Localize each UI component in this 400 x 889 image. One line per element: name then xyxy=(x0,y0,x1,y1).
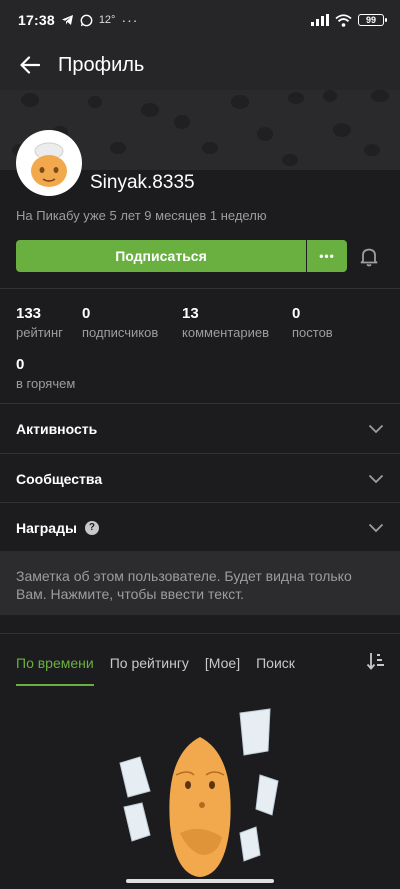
activity-section[interactable]: Активность xyxy=(0,404,400,453)
stat-value: 0 xyxy=(292,305,301,322)
sort-icon xyxy=(366,653,384,670)
stat-rating: 133 рейтинг xyxy=(16,305,63,340)
sort-button[interactable] xyxy=(366,650,388,672)
member-since: На Пикабу уже 5 лет 9 месяцев 1 неделю xyxy=(16,208,267,223)
stat-value: 133 xyxy=(16,305,42,322)
stat-label: комментариев xyxy=(182,325,270,340)
help-icon[interactable]: ? xyxy=(84,520,99,535)
home-indicator[interactable] xyxy=(126,879,274,883)
tab-by-time[interactable]: По времени xyxy=(16,640,94,686)
subscribe-button[interactable]: Подписаться xyxy=(16,240,306,272)
telegram-icon xyxy=(61,15,73,25)
divider xyxy=(0,288,400,289)
stat-label: постов xyxy=(292,325,333,340)
empty-state-illustration xyxy=(119,708,279,877)
awards-section[interactable]: Награды ? xyxy=(0,503,400,552)
whatsapp-icon xyxy=(80,14,93,26)
awards-label: Награды xyxy=(16,519,77,536)
communities-label: Сообщества xyxy=(16,470,103,487)
more-dots-icon: ••• xyxy=(319,249,335,263)
stat-value: 0 xyxy=(16,356,25,373)
stat-label: подписчиков xyxy=(82,325,159,340)
stat-label: в горячем xyxy=(16,376,76,391)
battery-icon: 99 xyxy=(358,14,387,26)
activity-label: Активность xyxy=(16,420,98,437)
avatar[interactable] xyxy=(16,130,82,196)
status-bar: 17:38 12° ··· 99 xyxy=(0,0,400,40)
user-note-field[interactable]: Заметка об этом пользователе. Будет видн… xyxy=(0,551,400,615)
signal-icon xyxy=(311,14,329,26)
divider xyxy=(0,633,400,634)
more-notifications-icon: ··· xyxy=(121,12,139,28)
stat-value: 0 xyxy=(82,305,91,322)
chevron-down-icon xyxy=(368,424,384,433)
stat-value: 13 xyxy=(182,305,199,322)
status-time: 17:38 xyxy=(18,12,55,28)
stat-subscribers[interactable]: 0 подписчиков xyxy=(82,305,158,340)
stat-comments[interactable]: 13 комментариев xyxy=(182,305,269,340)
notification-bell-button[interactable] xyxy=(357,244,381,268)
tab-search[interactable]: Поиск xyxy=(256,640,295,686)
communities-section[interactable]: Сообщества xyxy=(0,454,400,503)
back-button[interactable] xyxy=(16,51,44,79)
wifi-icon xyxy=(335,13,352,27)
stat-hot[interactable]: 0 в горячем xyxy=(16,356,75,391)
stat-label: рейтинг xyxy=(16,325,63,340)
bell-icon xyxy=(360,248,378,267)
username: Sinyak.8335 xyxy=(90,172,195,193)
back-arrow-icon xyxy=(20,56,40,74)
sort-tabs: По времени По рейтингу [Мое] Поиск xyxy=(0,640,400,686)
chevron-down-icon xyxy=(368,523,384,532)
stat-posts[interactable]: 0 постов xyxy=(292,305,333,340)
temperature-label: 12° xyxy=(98,14,116,26)
more-options-button[interactable]: ••• xyxy=(307,240,347,272)
page-title: Профиль xyxy=(58,53,145,76)
app-bar: Профиль xyxy=(0,40,400,90)
tab-mine[interactable]: [Мое] xyxy=(205,640,240,686)
chevron-down-icon xyxy=(368,474,384,483)
avatar-image xyxy=(31,142,67,187)
tab-by-rating[interactable]: По рейтингу xyxy=(110,640,189,686)
